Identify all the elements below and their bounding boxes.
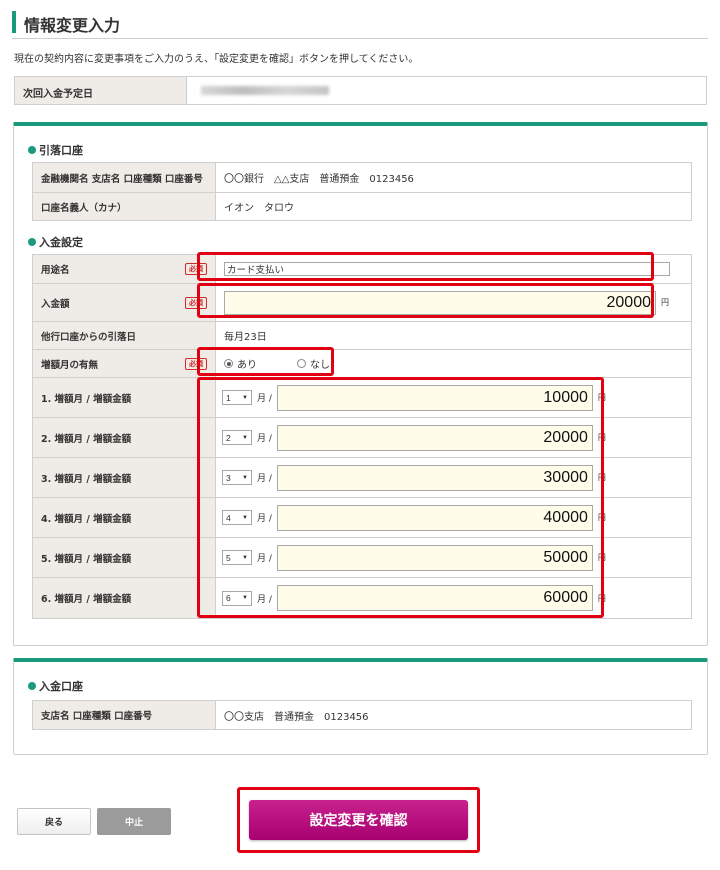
increase-label: 5. 増額月 / 増額金額 bbox=[33, 538, 216, 577]
deposit-account-panel: 入金口座 支店名 口座種類 口座番号 〇〇支店 普通預金 0123456 bbox=[13, 658, 708, 755]
next-payment-label: 次回入金予定日 bbox=[15, 77, 187, 104]
increase-label: 3. 増額月 / 増額金額 bbox=[33, 458, 216, 497]
increase-label: 2. 増額月 / 増額金額 bbox=[33, 418, 216, 457]
table-row: 金融機関名 支店名 口座種類 口座番号 〇〇銀行 △△支店 普通預金 01234… bbox=[33, 163, 691, 193]
debit-date-label: 他行口座からの引落日 bbox=[33, 322, 216, 349]
intro-text: 現在の契約内容に変更事項をご入力のうえ、「設定変更を確認」ボタンを押してください… bbox=[14, 54, 419, 65]
highlight-radio bbox=[197, 347, 334, 376]
back-button[interactable]: 戻る bbox=[17, 808, 91, 835]
deposit-account-table: 支店名 口座種類 口座番号 〇〇支店 普通預金 0123456 bbox=[32, 700, 692, 730]
yen-unit: 円 bbox=[661, 298, 669, 307]
bullet-dot-icon bbox=[28, 146, 36, 154]
title-accent-bar bbox=[12, 11, 16, 33]
table-row: 他行口座からの引落日 毎月23日 bbox=[33, 322, 691, 350]
increase-label: 1. 増額月 / 増額金額 bbox=[33, 378, 216, 417]
highlight-amount bbox=[197, 283, 654, 318]
next-payment-row: 次回入金予定日 bbox=[14, 76, 707, 105]
increase-label: 4. 増額月 / 増額金額 bbox=[33, 498, 216, 537]
debit-account-heading: 引落口座 bbox=[28, 142, 83, 158]
table-row: 口座名義人（カナ） イオン タロウ bbox=[33, 193, 691, 220]
table-row: 増額月の有無 必須 あり なし bbox=[33, 350, 691, 378]
cancel-button[interactable]: 中止 bbox=[97, 808, 171, 835]
confirm-button[interactable]: 設定変更を確認 bbox=[249, 800, 468, 840]
bank-info-label: 金融機関名 支店名 口座種類 口座番号 bbox=[33, 163, 216, 192]
redacted-date bbox=[201, 86, 329, 95]
increase-flag-label: 増額月の有無 bbox=[41, 359, 99, 371]
debit-date-value: 毎月23日 bbox=[224, 332, 267, 343]
deposit-account-heading: 入金口座 bbox=[28, 678, 83, 694]
deposit-account-label: 支店名 口座種類 口座番号 bbox=[33, 701, 216, 729]
bullet-dot-icon bbox=[28, 682, 36, 690]
page-title: 情報変更入力 bbox=[24, 16, 121, 35]
highlight-purpose bbox=[197, 252, 654, 281]
bullet-dot-icon bbox=[28, 238, 36, 246]
bank-info-value: 〇〇銀行 △△支店 普通預金 0123456 bbox=[224, 174, 414, 185]
page-title-area: 情報変更入力 bbox=[12, 8, 708, 39]
highlight-increases bbox=[197, 377, 604, 618]
purpose-label: 用途名 bbox=[41, 265, 70, 276]
debit-account-table: 金融機関名 支店名 口座種類 口座番号 〇〇銀行 △△支店 普通預金 01234… bbox=[32, 162, 692, 221]
amount-label: 入金額 bbox=[41, 298, 70, 310]
account-holder-value: イオン タロウ bbox=[224, 203, 294, 214]
next-payment-value bbox=[187, 77, 706, 104]
deposit-account-value: 〇〇支店 普通預金 0123456 bbox=[224, 711, 369, 723]
table-row: 支店名 口座種類 口座番号 〇〇支店 普通預金 0123456 bbox=[33, 701, 691, 729]
deposit-settings-heading: 入金設定 bbox=[28, 234, 83, 250]
increase-label: 6. 増額月 / 増額金額 bbox=[33, 578, 216, 618]
account-holder-label: 口座名義人（カナ） bbox=[33, 193, 216, 220]
